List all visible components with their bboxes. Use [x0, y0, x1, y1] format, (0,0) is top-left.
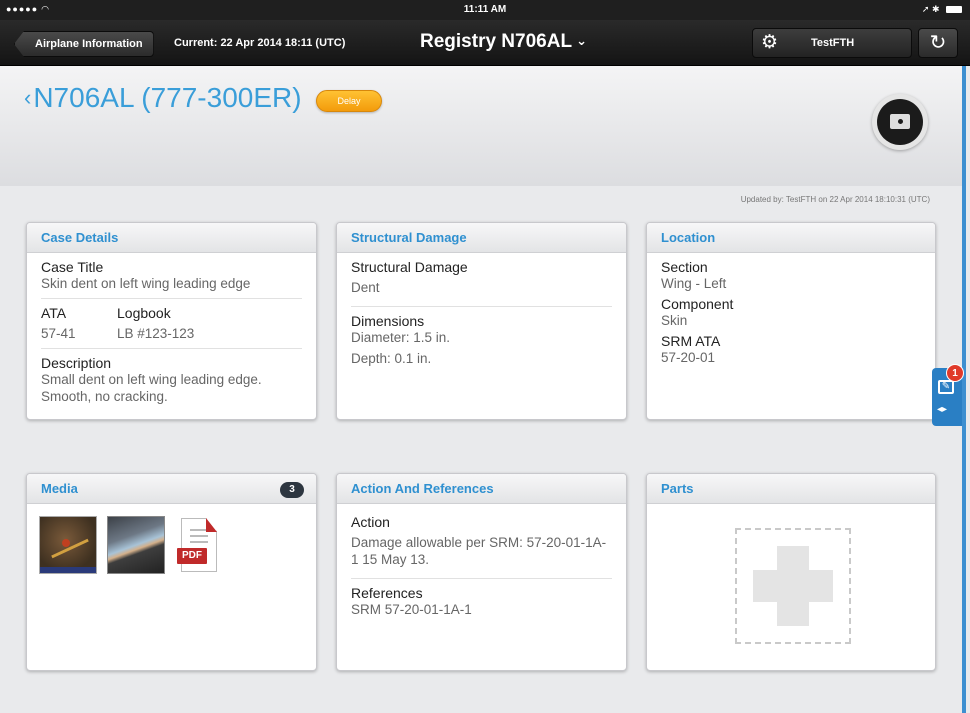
damage-label: Structural Damage	[351, 259, 468, 275]
action-label: Action	[351, 514, 390, 530]
media-panel[interactable]: Media 3 PDF	[26, 473, 317, 671]
registry-selector[interactable]: Registry N706AL ⌄	[420, 31, 587, 53]
registry-label: Registry N706AL	[420, 31, 573, 52]
chevron-down-icon: ⌄	[576, 33, 587, 48]
pdf-label: PDF	[177, 548, 207, 564]
user-name: TestFTH	[811, 37, 855, 49]
action-references-panel[interactable]: Action And References Action Damage allo…	[336, 473, 627, 671]
gear-icon[interactable]: ⚙	[761, 32, 778, 54]
panel-heading: Case Details	[27, 223, 316, 253]
media-thumbnail-wing[interactable]	[107, 516, 165, 574]
updated-by-label: Updated by: TestFTH on 22 Apr 2014 18:10…	[740, 195, 930, 204]
references-value: SRM 57-20-01-1A-1	[351, 602, 472, 617]
dimensions-label: Dimensions	[351, 313, 425, 329]
page-title-text: N706AL (777-300ER)	[33, 82, 302, 113]
refresh-button[interactable]: ↻	[918, 28, 958, 58]
description-value: Small dent on left wing leading edge. Sm…	[41, 372, 262, 404]
add-part-button[interactable]	[735, 528, 851, 644]
media-thumbnail-photo[interactable]	[39, 516, 97, 574]
panel-heading: Location	[647, 223, 935, 253]
damage-value: Dent	[351, 280, 380, 295]
status-time: 11:11 AM	[463, 4, 507, 15]
parts-panel[interactable]: Parts	[646, 473, 936, 671]
user-menu[interactable]: ⚙ TestFTH	[752, 28, 912, 58]
case-title-value: Skin dent on left wing leading edge	[41, 276, 251, 291]
case-title-label: Case Title	[41, 259, 104, 275]
chevron-left-icon[interactable]: ‹	[24, 85, 31, 110]
panel-heading: Action And References	[337, 474, 626, 504]
battery-icon: ➚ ✱	[922, 4, 962, 15]
description-label: Description	[41, 355, 112, 371]
camera-button[interactable]	[872, 94, 928, 150]
srm-ata-value: 57-20-01	[661, 350, 716, 365]
camera-icon	[877, 99, 923, 145]
srm-ata-label: SRM ATA	[661, 333, 721, 349]
back-button[interactable]: Airplane Information	[14, 31, 154, 57]
refresh-icon: ↻	[929, 32, 947, 54]
media-heading: Media	[41, 481, 78, 496]
component-label: Component	[661, 296, 734, 312]
pdf-icon[interactable]: PDF	[177, 518, 221, 574]
current-time-label: Current: 22 Apr 2014 18:11 (UTC)	[174, 37, 346, 49]
ata-value: 57-41	[41, 326, 76, 341]
expand-arrows-icon[interactable]: ◂▸	[937, 404, 947, 415]
case-header: ‹N706AL (777-300ER) Delay	[0, 66, 962, 186]
media-count-badge: 3	[280, 482, 304, 498]
ata-label: ATA	[41, 305, 67, 321]
component-value: Skin	[661, 313, 688, 328]
section-value: Wing - Left	[661, 276, 727, 291]
side-rail	[962, 66, 966, 713]
diameter-value: Diameter: 1.5 in.	[351, 330, 451, 345]
section-label: Section	[661, 259, 708, 275]
depth-value: Depth: 0.1 in.	[351, 351, 432, 366]
page-title[interactable]: ‹N706AL (777-300ER)	[24, 82, 302, 114]
references-label: References	[351, 585, 423, 601]
edit-icon[interactable]: ✎	[938, 380, 954, 394]
action-value: Damage allowable per SRM: 57-20-01-1A-1 …	[351, 535, 607, 567]
status-badge: Delay	[316, 90, 382, 112]
status-bar: ●●●●● ◠ 11:11 AM ➚ ✱	[0, 0, 970, 20]
nav-bar: Airplane Information Current: 22 Apr 201…	[0, 20, 970, 66]
location-panel[interactable]: Location Section Wing - Left Component S…	[646, 222, 936, 420]
notification-badge: 1	[946, 364, 964, 382]
panel-heading: Structural Damage	[337, 223, 626, 253]
panel-heading: Parts	[647, 474, 935, 504]
panel-heading: Media 3	[27, 474, 316, 504]
structural-damage-panel[interactable]: Structural Damage Structural Damage Dent…	[336, 222, 627, 420]
logbook-value: LB #123-123	[117, 326, 195, 341]
case-details-panel[interactable]: Case Details Case Title Skin dent on lef…	[26, 222, 317, 420]
logbook-label: Logbook	[117, 305, 171, 321]
